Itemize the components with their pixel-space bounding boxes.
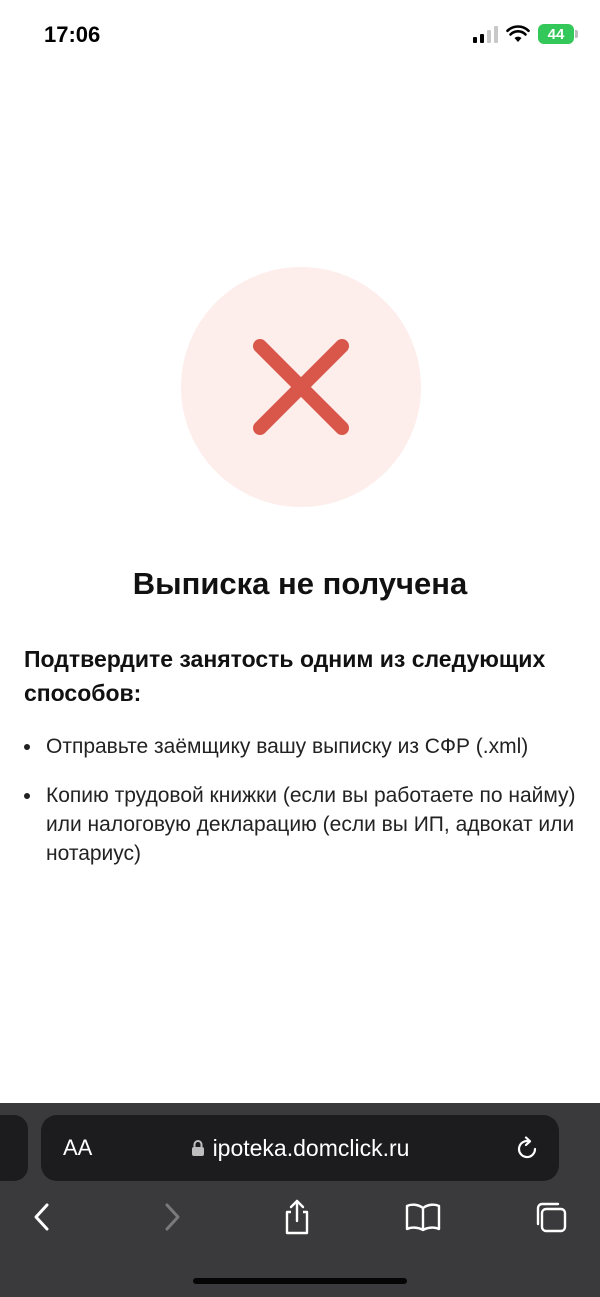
back-button[interactable] [22, 1195, 62, 1239]
instructions-heading: Подтвердите занятость одним из следующих… [24, 646, 546, 706]
error-icon-circle [181, 267, 421, 507]
previous-tab-preview[interactable] [0, 1115, 28, 1181]
forward-icon [165, 1203, 180, 1231]
browser-bottom-bar: AA ipoteka.domclick.ru [0, 1103, 600, 1297]
error-title: Выписка не получена [132, 566, 468, 601]
tabs-button[interactable] [531, 1195, 571, 1239]
list-item: Копию трудовой книжки (если вы работаете… [24, 781, 584, 868]
confirmation-methods-list: Отправьте заёмщику вашу выписку из СФР (… [24, 732, 584, 888]
status-icons: 44 [473, 24, 578, 44]
browser-toolbar [0, 1195, 600, 1245]
bookmarks-button[interactable] [403, 1195, 443, 1239]
bookmarks-icon [405, 1203, 441, 1232]
close-icon [253, 339, 349, 435]
lock-icon [191, 1140, 204, 1156]
address-bar[interactable]: AA ipoteka.domclick.ru [41, 1115, 559, 1181]
forward-button[interactable] [152, 1195, 192, 1239]
battery-icon: 44 [538, 24, 578, 44]
battery-level: 44 [547, 25, 565, 43]
share-icon [285, 1199, 309, 1235]
url-display[interactable]: ipoteka.domclick.ru [41, 1115, 559, 1181]
home-indicator[interactable] [193, 1278, 407, 1284]
status-time: 17:06 [44, 22, 101, 47]
tabs-icon [536, 1202, 567, 1233]
reload-icon[interactable] [513, 1135, 541, 1163]
back-icon [34, 1203, 49, 1231]
url-text: ipoteka.domclick.ru [212, 1134, 410, 1161]
list-item: Отправьте заёмщику вашу выписку из СФР (… [24, 732, 584, 761]
wifi-icon [506, 25, 530, 42]
cellular-signal-icon [473, 25, 498, 43]
status-bar: 17:06 44 [0, 0, 600, 70]
share-button[interactable] [277, 1195, 317, 1239]
